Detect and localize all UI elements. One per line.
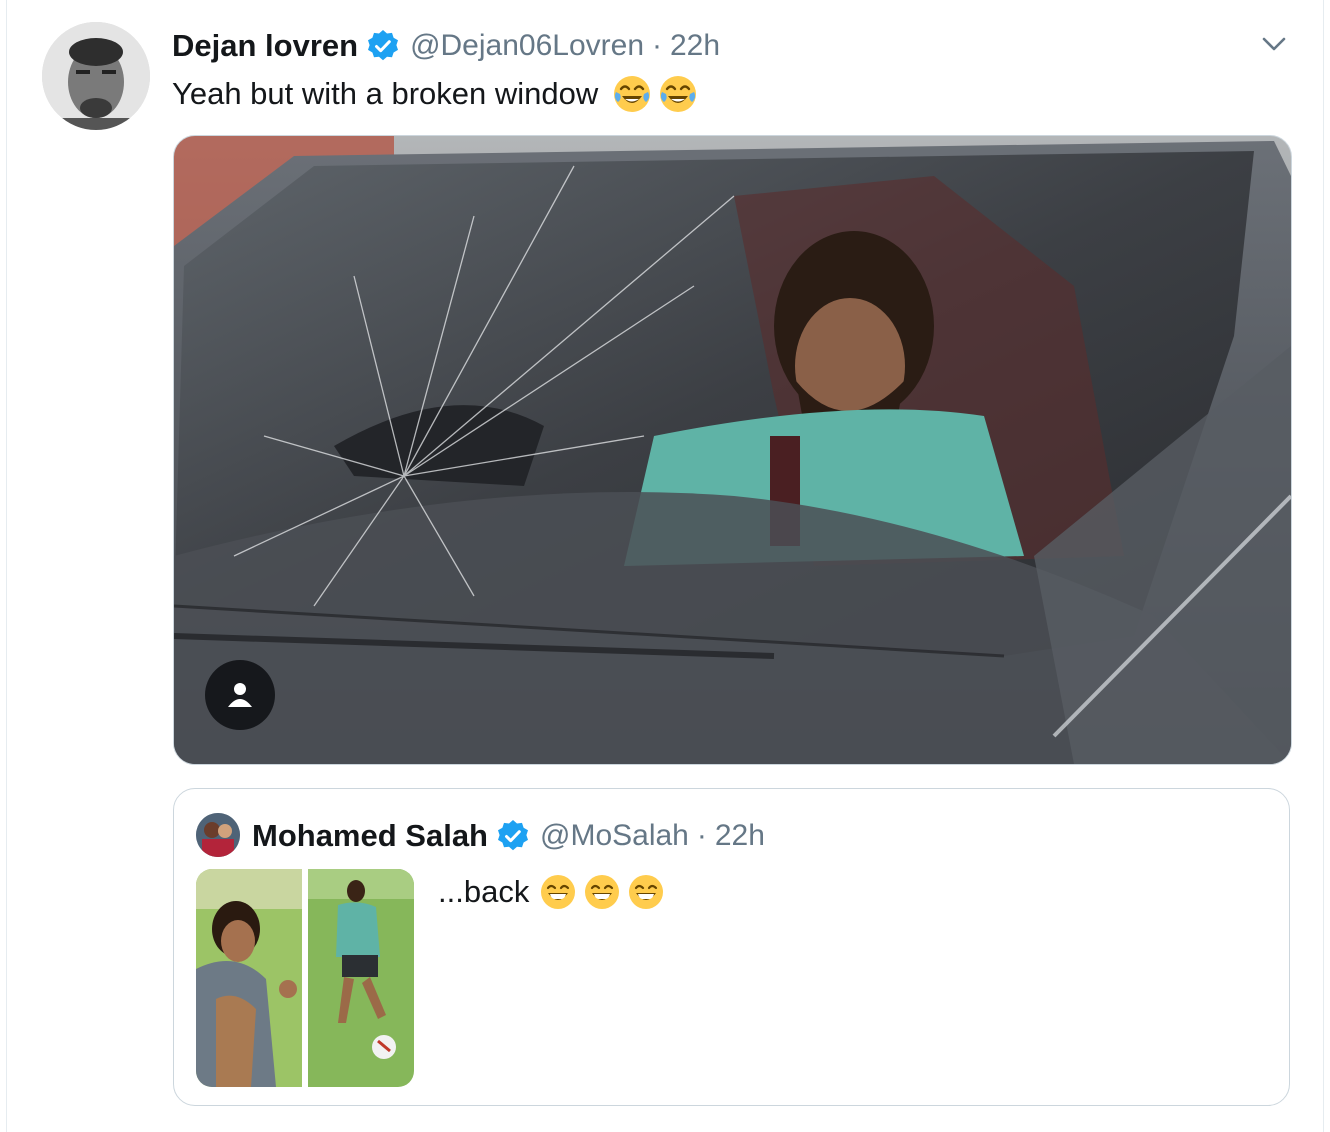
tweet-header: Dejan lovren @Dejan06Lovren · 22h	[172, 24, 720, 68]
separator-dot: ·	[652, 29, 662, 62]
timeline-border-right	[1323, 0, 1324, 1132]
separator-dot: ·	[696, 819, 707, 852]
more-options-chevron-down-icon[interactable]	[1258, 32, 1290, 56]
quoted-tweet[interactable]: Mohamed Salah @MoSalah · 22h ...back	[173, 788, 1290, 1106]
verified-badge-icon	[366, 29, 400, 63]
author-handle[interactable]: @Dejan06Lovren	[410, 29, 644, 63]
grinning-face-icon	[627, 873, 665, 911]
quoted-tweet-media[interactable]	[196, 869, 414, 1087]
tweet-photo[interactable]	[173, 135, 1292, 765]
tagged-people-button[interactable]	[205, 660, 275, 730]
tweet-text: Yeah but with a broken window	[172, 72, 698, 116]
author-name[interactable]: Dejan lovren	[172, 28, 358, 64]
car-windshield-photo	[174, 136, 1291, 764]
user-icon	[228, 683, 252, 707]
quoted-tweet-timestamp: 22h	[714, 819, 765, 852]
quoted-tweet-header: Mohamed Salah @MoSalah · 22h	[252, 815, 765, 857]
quoted-author-name: Mohamed Salah	[252, 818, 488, 853]
quoted-tweet-text-content: ...back	[438, 874, 530, 909]
tweet-text-content: Yeah but with a broken window	[172, 76, 599, 111]
face-with-tears-of-joy-icon	[658, 74, 698, 114]
quoted-author-avatar[interactable]	[196, 813, 240, 857]
quoted-tweet-text: ...back	[438, 871, 665, 913]
verified-badge-icon	[496, 819, 530, 853]
quoted-photo-2[interactable]	[308, 869, 414, 1087]
tweet-timestamp[interactable]: 22h	[670, 29, 720, 63]
author-avatar[interactable]	[42, 22, 150, 130]
timeline-border-left	[6, 0, 7, 1132]
face-with-tears-of-joy-icon	[612, 74, 652, 114]
quoted-author-handle: @MoSalah	[540, 819, 689, 852]
quoted-photo-1[interactable]	[196, 869, 302, 1087]
grinning-face-icon	[583, 873, 621, 911]
grinning-face-icon	[539, 873, 577, 911]
